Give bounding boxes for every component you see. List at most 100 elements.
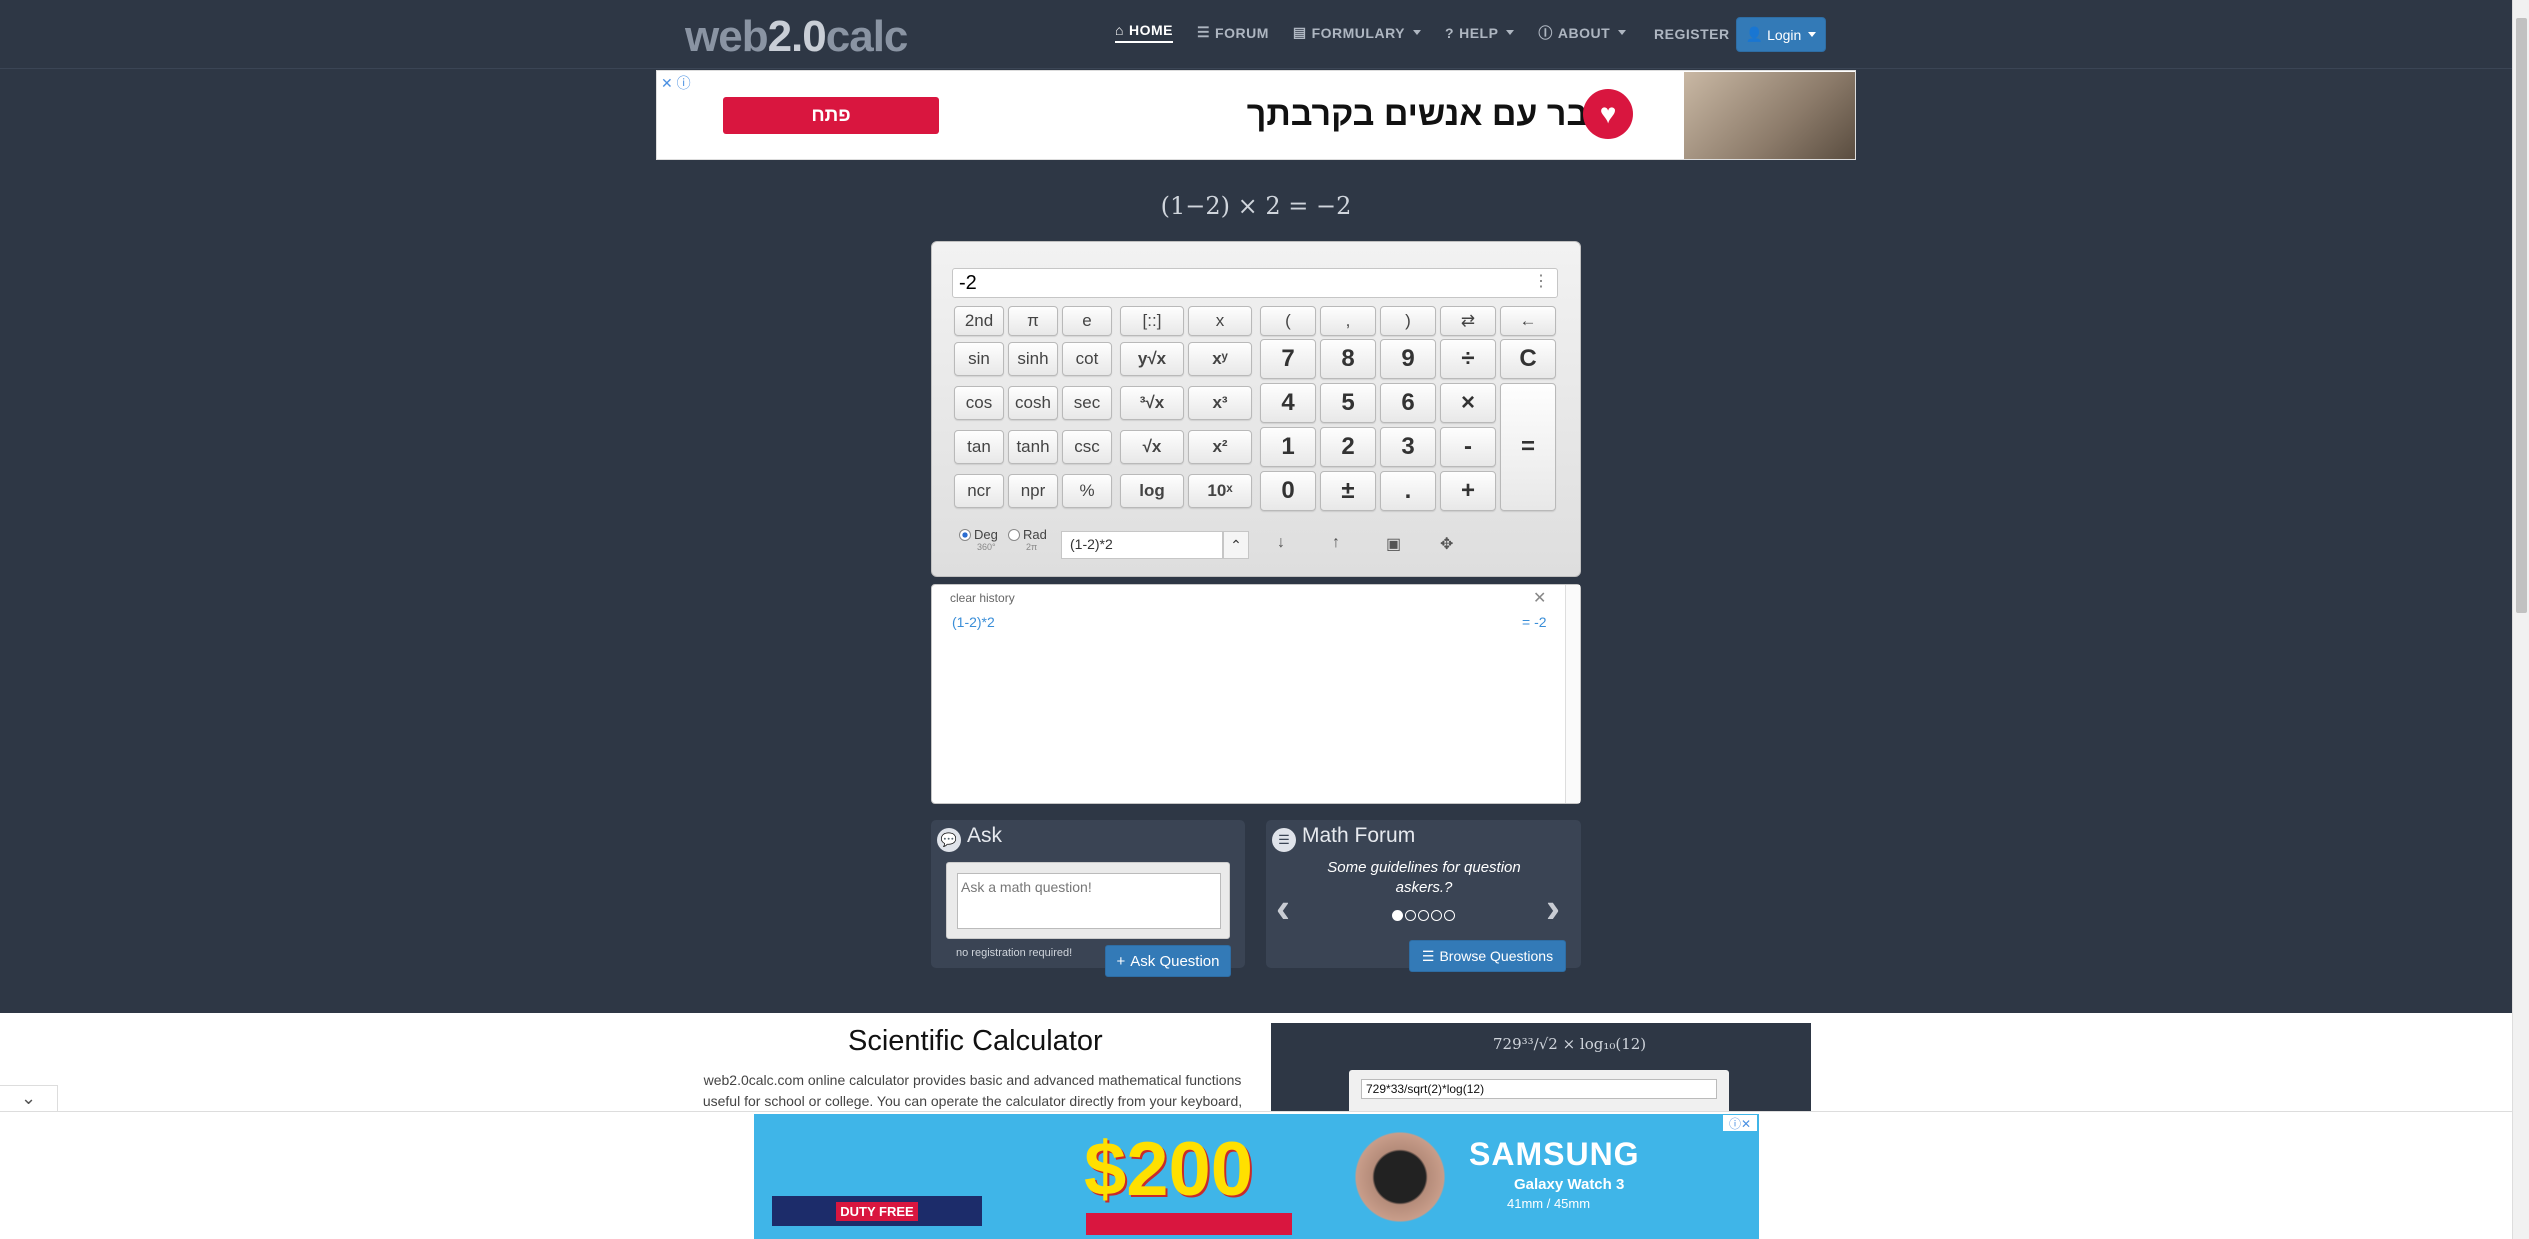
key-rparen[interactable]: ) — [1380, 306, 1436, 336]
save-icon[interactable]: ▣ — [1386, 534, 1401, 554]
key-sinh[interactable]: sinh — [1008, 342, 1058, 376]
history-input[interactable]: (1-2)*2 — [1061, 531, 1223, 559]
key-minus[interactable]: - — [1440, 427, 1496, 467]
key-percent[interactable]: % — [1062, 474, 1112, 508]
chevron-up-icon[interactable]: ⌃ — [1223, 531, 1249, 559]
key-equals[interactable]: = — [1500, 383, 1556, 511]
key-cosh[interactable]: cosh — [1008, 386, 1058, 420]
key-ncr[interactable]: ncr — [954, 474, 1004, 508]
key-9[interactable]: 9 — [1380, 339, 1436, 379]
ask-question-textarea[interactable]: Ask a math question! — [957, 873, 1221, 929]
key-6[interactable]: 6 — [1380, 383, 1436, 423]
key-decimal[interactable]: . — [1380, 471, 1436, 511]
key-1[interactable]: 1 — [1260, 427, 1316, 467]
key-npr[interactable]: npr — [1008, 474, 1058, 508]
register-link[interactable]: REGISTER — [1654, 26, 1730, 42]
key-yroot[interactable]: y√x — [1120, 342, 1184, 376]
carousel-dot[interactable] — [1431, 910, 1442, 921]
ad-open-button[interactable]: פתח — [723, 97, 939, 134]
key-log[interactable]: log — [1120, 474, 1184, 508]
move-icon[interactable]: ✥ — [1440, 534, 1453, 554]
key-cube-root[interactable]: ³√x — [1120, 386, 1184, 420]
key-7[interactable]: 7 — [1260, 339, 1316, 379]
key-0[interactable]: 0 — [1260, 471, 1316, 511]
key-ten-pow[interactable]: 10ˣ — [1188, 474, 1252, 508]
arrow-up-icon[interactable]: ↑ — [1332, 534, 1340, 552]
key-multiply[interactable]: × — [1440, 383, 1496, 423]
key-lparen[interactable]: ( — [1260, 306, 1316, 336]
key-csc[interactable]: csc — [1062, 430, 1112, 464]
book-icon: ▤ — [1292, 24, 1307, 40]
history-expression[interactable]: (1-2)*2 — [952, 614, 995, 630]
key-xpowy[interactable]: xʸ — [1188, 342, 1252, 376]
list-icon: ☰ — [1272, 828, 1296, 852]
history-result[interactable]: = -2 — [1522, 614, 1547, 630]
carousel-dot[interactable] — [1392, 910, 1403, 921]
key-matrix[interactable]: [::] — [1120, 306, 1184, 336]
site-logo[interactable]: web2.0calc — [685, 12, 908, 62]
nav-formulary[interactable]: ▤ FORMULARY — [1292, 24, 1422, 41]
key-tanh[interactable]: tanh — [1008, 430, 1058, 464]
forum-slide-text[interactable]: Some guidelines for question askers.? — [1324, 858, 1524, 898]
key-backspace[interactable]: ← — [1500, 306, 1556, 336]
key-cot[interactable]: cot — [1062, 342, 1112, 376]
key-4[interactable]: 4 — [1260, 383, 1316, 423]
top-ad-banner[interactable]: ✕ ⓘ פתח דבר עם אנשים בקרבתך ♥ — [656, 70, 1856, 160]
ask-panel: 💬 Ask Ask a math question! no registrati… — [931, 820, 1245, 977]
carousel-dot[interactable] — [1418, 910, 1429, 921]
ad-close-icon[interactable]: ✕ ⓘ — [661, 73, 691, 93]
nav-home[interactable]: ⌂ HOME — [1115, 22, 1173, 43]
page-scrollbar[interactable] — [2512, 0, 2529, 1239]
history-scrollbar[interactable] — [1565, 585, 1580, 803]
key-x[interactable]: x — [1188, 306, 1252, 336]
nav-help[interactable]: ? HELP — [1445, 24, 1515, 41]
chevron-down-icon[interactable]: ⌄ — [0, 1085, 58, 1111]
key-sec[interactable]: sec — [1062, 386, 1112, 420]
key-2[interactable]: 2 — [1320, 427, 1376, 467]
key-sqrt[interactable]: √x — [1120, 430, 1184, 464]
key-tan[interactable]: tan — [954, 430, 1004, 464]
key-e[interactable]: e — [1062, 306, 1112, 336]
arrow-down-icon[interactable]: ↓ — [1277, 534, 1285, 552]
caret-down-icon — [1808, 32, 1817, 37]
close-icon[interactable]: ✕ — [1533, 588, 1546, 608]
key-swap[interactable]: ⇄ — [1440, 306, 1496, 336]
key-square[interactable]: x² — [1188, 430, 1252, 464]
carousel-dot[interactable] — [1444, 910, 1455, 921]
key-5[interactable]: 5 — [1320, 383, 1376, 423]
key-plus-minus[interactable]: ± — [1320, 471, 1376, 511]
key-divide[interactable]: ÷ — [1440, 339, 1496, 379]
nav-forum[interactable]: ☰ FORUM — [1197, 24, 1269, 41]
key-plus[interactable]: + — [1440, 471, 1496, 511]
duty-free-logo: DUTY FREE — [772, 1196, 982, 1226]
question-icon: ? — [1445, 24, 1455, 41]
key-cos[interactable]: cos — [954, 386, 1004, 420]
key-cube[interactable]: x³ — [1188, 386, 1252, 420]
list-icon: ☰ — [1421, 947, 1435, 964]
key-3[interactable]: 3 — [1380, 427, 1436, 467]
bottom-ad-banner[interactable]: DUTY FREE $200 SAMSUNG Galaxy Watch 3 41… — [754, 1114, 1759, 1239]
carousel-dot[interactable] — [1405, 910, 1416, 921]
login-button[interactable]: 👤 Login — [1736, 17, 1826, 52]
calc-display[interactable]: -2 ⋮ — [952, 268, 1558, 298]
key-clear[interactable]: C — [1500, 339, 1556, 379]
key-sin[interactable]: sin — [954, 342, 1004, 376]
section-description: web2.0calc.com online calculator provide… — [702, 1072, 1243, 1109]
more-vert-icon[interactable]: ⋮ — [1533, 271, 1549, 291]
key-comma[interactable]: , — [1320, 306, 1376, 336]
key-2nd[interactable]: 2nd — [954, 306, 1004, 336]
key-8[interactable]: 8 — [1320, 339, 1376, 379]
key-pi[interactable]: π — [1008, 306, 1058, 336]
chevron-right-icon[interactable]: › — [1546, 884, 1560, 932]
calculator: -2 ⋮ 2nd π e [::] x ( , ) ⇄ ← sin sinh co… — [931, 241, 1581, 577]
ad-close-icon[interactable]: ⓘ✕ — [1723, 1115, 1757, 1131]
chevron-left-icon[interactable]: ‹ — [1276, 884, 1290, 932]
browse-questions-button[interactable]: ☰ Browse Questions — [1409, 940, 1566, 972]
clear-history-link[interactable]: clear history — [950, 591, 1015, 605]
scrollbar-thumb[interactable] — [2516, 18, 2527, 613]
ask-question-button[interactable]: + Ask Question — [1105, 945, 1231, 977]
nav-about[interactable]: ⓘ ABOUT — [1538, 23, 1627, 43]
ad-product: Galaxy Watch 3 — [1514, 1176, 1625, 1193]
deg-radio[interactable]: Deg 360° — [959, 527, 998, 552]
rad-radio[interactable]: Rad 2π — [1008, 527, 1047, 552]
